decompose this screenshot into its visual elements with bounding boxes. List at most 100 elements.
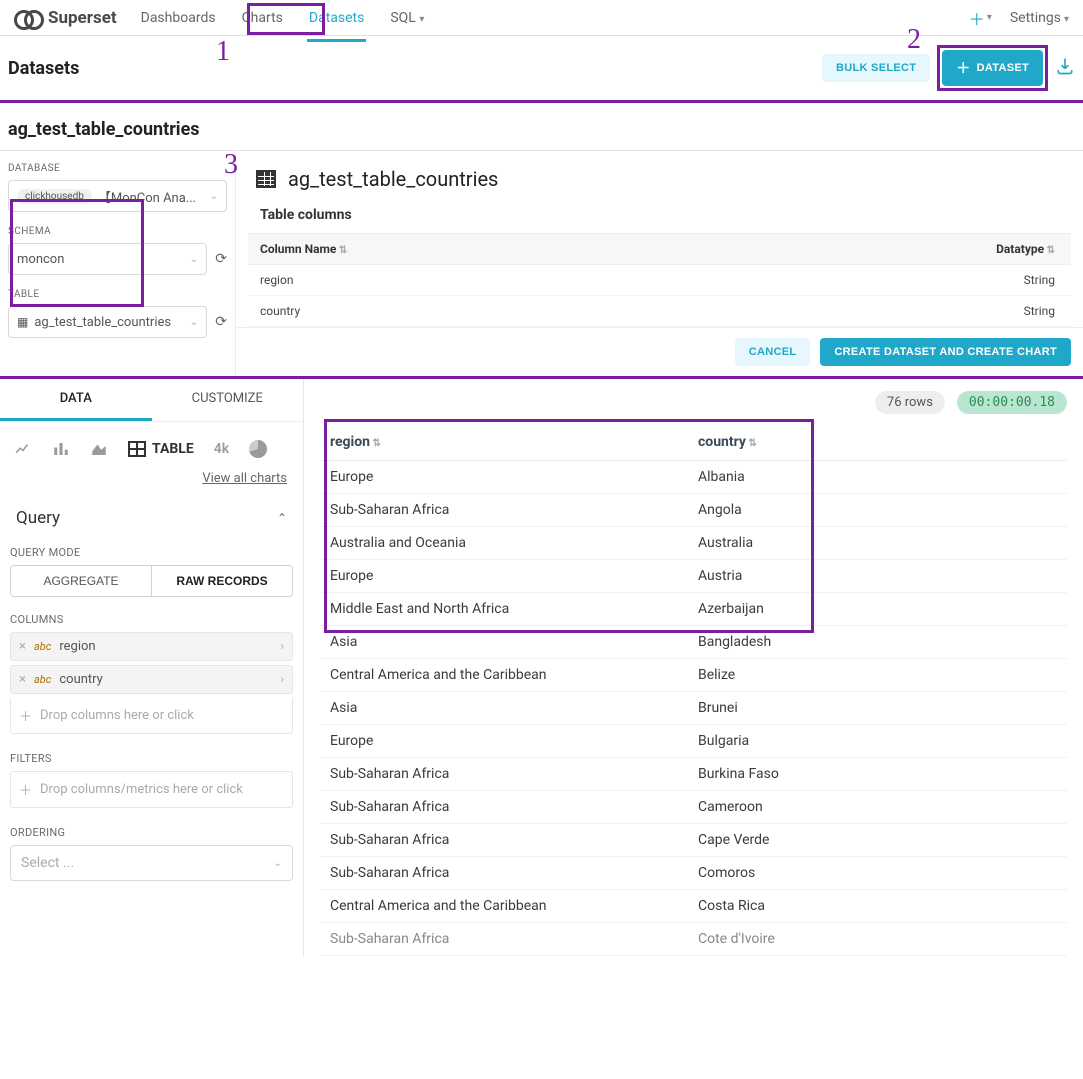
chevron-right-icon: › xyxy=(280,672,284,687)
nav-settings[interactable]: Settings xyxy=(1010,10,1069,26)
filters-label: FILTERS xyxy=(0,746,303,771)
create-dataset-chart-button[interactable]: CREATE DATASET AND CREATE CHART xyxy=(820,338,1071,366)
line-chart-icon[interactable] xyxy=(14,440,32,458)
query-mode-toggle: AGGREGATE RAW RECORDS xyxy=(10,565,293,597)
area-chart-icon[interactable] xyxy=(90,440,108,458)
rowcount-badge: 76 rows xyxy=(875,391,945,414)
nav-charts[interactable]: Charts xyxy=(240,2,285,34)
column-pill[interactable]: ×abccountry› xyxy=(10,665,293,694)
results-row: Sub-Saharan AfricaCameroon xyxy=(320,791,1067,824)
bulk-select-button[interactable]: BULK SELECT xyxy=(822,54,930,82)
remove-column-icon[interactable]: × xyxy=(19,672,26,687)
table-columns-label: Table columns xyxy=(248,199,1071,233)
table-viz-selected[interactable]: TABLE xyxy=(128,441,194,457)
schema-row: country String xyxy=(248,296,1071,327)
schema-col-name: country xyxy=(260,304,300,318)
tab-data[interactable]: DATA xyxy=(0,379,152,421)
query-section-header[interactable]: Query ⌃ xyxy=(0,496,303,540)
column-pill[interactable]: ×abcregion› xyxy=(10,632,293,661)
tab-customize[interactable]: CUSTOMIZE xyxy=(152,379,304,421)
brand-text: Superset xyxy=(48,8,117,28)
results-row: Sub-Saharan AfricaAngola xyxy=(320,494,1067,527)
table-select[interactable]: ▦ ag_test_table_countries ⌄ xyxy=(8,306,207,338)
brand-logo[interactable]: Superset xyxy=(14,8,117,28)
cell-region: Australia and Oceania xyxy=(330,535,698,551)
refresh-table-icon[interactable]: ⟳ xyxy=(215,314,227,330)
results-row: Sub-Saharan AfricaCape Verde xyxy=(320,824,1067,857)
tabs: DATA CUSTOMIZE xyxy=(0,379,303,422)
aggregate-button[interactable]: AGGREGATE xyxy=(11,566,152,596)
cell-country: Burkina Faso xyxy=(698,766,1057,782)
chevron-down-icon: ⌄ xyxy=(274,858,282,869)
import-icon[interactable] xyxy=(1055,56,1075,81)
results-row: AsiaBrunei xyxy=(320,692,1067,725)
schema-col-name: region xyxy=(260,273,293,287)
cell-region: Sub-Saharan Africa xyxy=(330,931,698,947)
schema-col-type: String xyxy=(1024,304,1055,318)
cell-region: Europe xyxy=(330,568,698,584)
results-row: Middle East and North AfricaAzerbaijan xyxy=(320,593,1067,626)
cell-region: Sub-Saharan Africa xyxy=(330,865,698,881)
cell-region: Central America and the Caribbean xyxy=(330,898,698,914)
cell-country: Albania xyxy=(698,469,1057,485)
raw-records-button[interactable]: RAW RECORDS xyxy=(152,566,292,596)
cell-country: Cape Verde xyxy=(698,832,1057,848)
drop-filters-hint[interactable]: ＋ Drop columns/metrics here or click xyxy=(10,771,293,808)
colname-header[interactable]: Column Name xyxy=(260,242,347,256)
plus-icon: ＋ xyxy=(19,706,32,725)
remove-column-icon[interactable]: × xyxy=(19,639,26,654)
nav-datasets[interactable]: Datasets xyxy=(307,2,366,34)
cell-country: Cameroon xyxy=(698,799,1057,815)
plus-icon: ＋ xyxy=(19,780,32,799)
top-half: DATABASE clickhousedb 【MonCon Ana... ⌄ S… xyxy=(0,151,1083,379)
chevron-down-icon: ⌄ xyxy=(190,254,198,265)
results-row: Sub-Saharan AfricaComoros xyxy=(320,857,1067,890)
table-label: TABLE xyxy=(8,289,227,300)
right-panel-title: ag_test_table_countries xyxy=(288,167,498,191)
chevron-right-icon: › xyxy=(280,639,284,654)
cell-country: Belize xyxy=(698,667,1057,683)
cell-region: Sub-Saharan Africa xyxy=(330,799,698,815)
database-select[interactable]: clickhousedb 【MonCon Ana... ⌄ xyxy=(8,180,227,212)
results-row: AsiaBangladesh xyxy=(320,626,1067,659)
elapsed-badge: 00:00:00.18 xyxy=(957,391,1067,414)
results-row: Sub-Saharan AfricaCote d'Ivoire xyxy=(320,923,1067,956)
pie-chart-icon[interactable] xyxy=(249,440,267,458)
plus-icon: ＋ xyxy=(956,58,970,78)
results-header-country[interactable]: country xyxy=(698,434,1057,450)
cell-country: Comoros xyxy=(698,865,1057,881)
cell-region: Central America and the Caribbean xyxy=(330,667,698,683)
results-panel: 76 rows 00:00:00.18 region country Europ… xyxy=(304,379,1083,956)
drop-columns-hint[interactable]: ＋ Drop columns here or click xyxy=(10,698,293,734)
right-panel: ag_test_table_countries Table columns Co… xyxy=(236,151,1083,376)
results-row: Central America and the CaribbeanBelize xyxy=(320,659,1067,692)
table-icon: ▦ xyxy=(17,315,28,329)
viz-type-row: TABLE 4k xyxy=(0,422,303,464)
new-dropdown[interactable]: ＋ xyxy=(969,6,992,30)
cancel-button[interactable]: CANCEL xyxy=(735,338,811,366)
results-row: EuropeAustria xyxy=(320,560,1067,593)
datasets-bar: Datasets BULK SELECT ＋ DATASET 1 2 xyxy=(0,36,1083,103)
refresh-schema-icon[interactable]: ⟳ xyxy=(215,251,227,267)
datatype-header[interactable]: Datatype xyxy=(996,242,1055,256)
table-value: ag_test_table_countries xyxy=(34,315,171,330)
dataset-subtitle: ag_test_table_countries xyxy=(0,103,1083,151)
columns-label: COLUMNS xyxy=(0,607,303,632)
add-dataset-button[interactable]: ＋ DATASET xyxy=(942,50,1043,86)
view-all-charts-link[interactable]: View all charts xyxy=(202,471,287,486)
ordering-label: ORDERING xyxy=(0,820,303,845)
ordering-select[interactable]: Select ... ⌄ xyxy=(10,845,293,881)
nav-sql[interactable]: SQL ▾ xyxy=(388,2,426,34)
schema-select[interactable]: moncon ⌄ xyxy=(8,243,207,275)
results-row: Central America and the CaribbeanCosta R… xyxy=(320,890,1067,923)
database-value: 【MonCon Ana... xyxy=(98,187,196,206)
results-header-region[interactable]: region xyxy=(330,434,698,450)
nav-dashboards[interactable]: Dashboards xyxy=(139,2,218,34)
bottom-half: DATA CUSTOMIZE TABLE 4k View all charts … xyxy=(0,379,1083,956)
bar-chart-icon[interactable] xyxy=(52,440,70,458)
annotation-num-1: 1 xyxy=(216,36,230,68)
big-number-viz[interactable]: 4k xyxy=(214,441,229,457)
chevron-up-icon: ⌃ xyxy=(277,511,287,525)
cell-region: Middle East and North Africa xyxy=(330,601,698,617)
results-header-row: region country xyxy=(320,424,1067,461)
